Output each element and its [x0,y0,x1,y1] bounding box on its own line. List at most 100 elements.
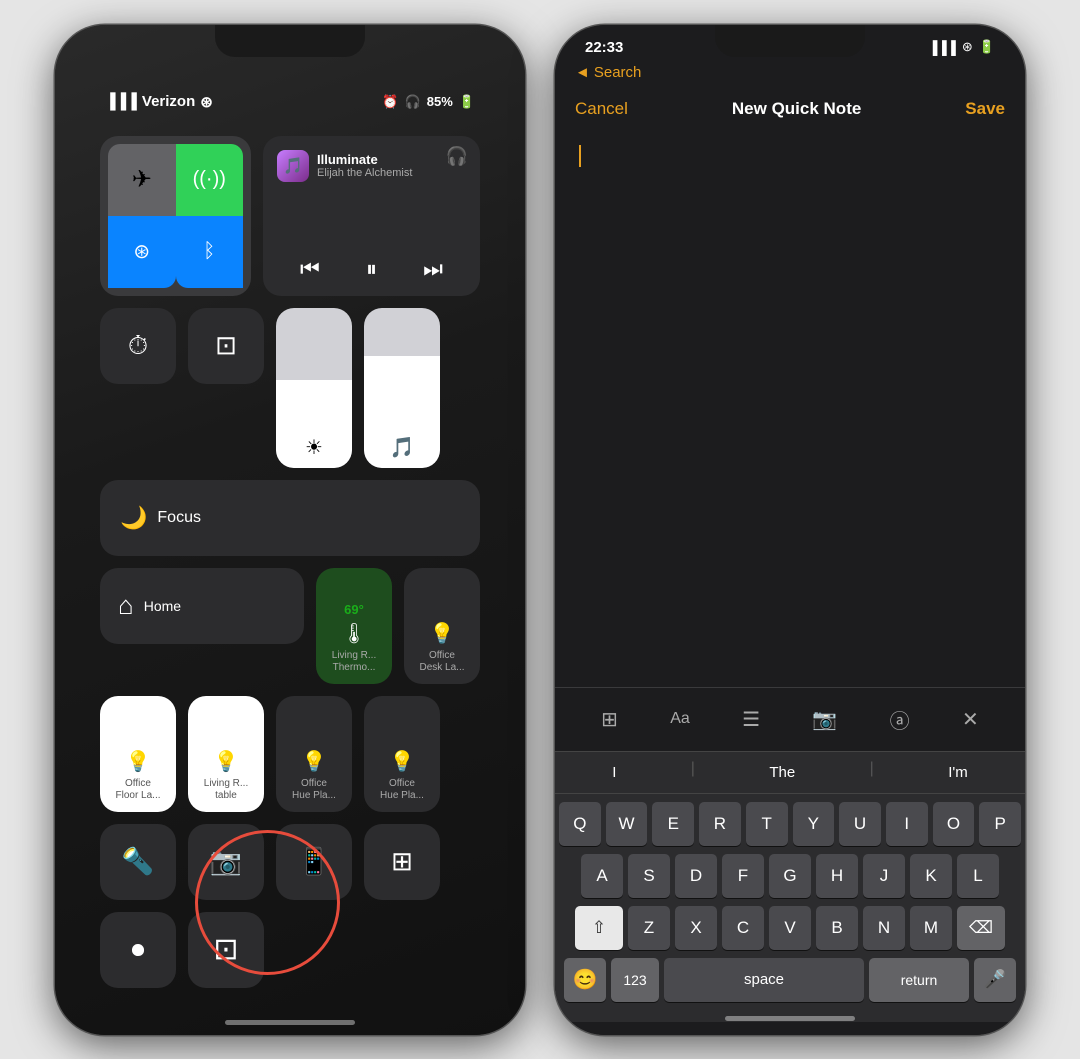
numbers-key[interactable]: 123 [611,958,659,1002]
shift-key[interactable]: ⇧ [575,906,623,950]
hue-play-2-tile[interactable]: 💡 OfficeHue Pla... [364,696,440,812]
keyboard-bottom-row: 😊 123 space return 🎤 [559,958,1021,1002]
carrier-label: Verizon [142,93,195,110]
key-j[interactable]: J [863,854,905,898]
fast-forward-button[interactable]: ⏭ [423,256,443,282]
key-f[interactable]: F [722,854,764,898]
rewind-button[interactable]: ⏮ [300,256,320,282]
cancel-button[interactable]: Cancel [575,99,628,119]
key-h[interactable]: H [816,854,858,898]
temp-label: 69° [344,602,364,617]
key-p[interactable]: P [979,802,1021,846]
checklist-icon[interactable]: ☰ [737,702,765,737]
flashlight-button[interactable]: 🔦 [100,824,176,900]
wifi-button[interactable]: ⊛ [108,216,176,288]
battery-label: 85% [427,94,453,109]
autocomplete-word-2[interactable]: The [749,760,815,785]
office-floor-lamp-tile[interactable]: 💡 OfficeFloor La... [100,696,176,812]
return-key[interactable]: return [869,958,969,1002]
key-k[interactable]: K [910,854,952,898]
connectivity-block: ✈ ((·)) ⊛ ᛒ [100,136,251,296]
bluetooth-button[interactable]: ᛒ [176,216,244,288]
office-desk-lamp-tile[interactable]: 💡 OfficeDesk La... [404,568,480,684]
format-text-icon[interactable]: Aa [665,705,695,733]
living-room-table-tile[interactable]: 💡 Living R...table [188,696,264,812]
key-m[interactable]: M [910,906,952,950]
key-o[interactable]: O [933,802,975,846]
thermostat-name: Living R...Thermo... [332,650,376,674]
key-i[interactable]: I [886,802,928,846]
music-album-art: 🎵 [277,150,309,182]
battery-icon: 🔋 [459,94,475,110]
quick-note-icon: ⊡ [213,932,238,967]
screen-mirror-button[interactable]: ⊡ [188,308,264,384]
floor-lamp-icon: 💡 [126,749,151,774]
key-s[interactable]: S [628,854,670,898]
space-key[interactable]: space [664,958,864,1002]
right-phone: 22:33 ▐▐▐ ⊛ 🔋 ◄ Search Cancel New Quick … [555,25,1025,1035]
play-pause-button[interactable]: ⏸ [366,256,377,282]
key-q[interactable]: Q [559,802,601,846]
emoji-key[interactable]: 😊 [564,958,606,1002]
key-d[interactable]: D [675,854,717,898]
signal-icon: ▐▐▐ [928,40,956,55]
notes-nav-bar: Cancel New Quick Note Save [555,91,1025,135]
hue2-name: OfficeHue Pla... [380,778,424,802]
key-b[interactable]: B [816,906,858,950]
delete-key[interactable]: ⌫ [957,906,1005,950]
key-x[interactable]: X [675,906,717,950]
home-button[interactable]: ⌂ Home [100,568,304,644]
volume-slider[interactable]: 🎵 [364,308,440,468]
autocomplete-word-1[interactable]: I [592,760,636,785]
autocomplete-word-3[interactable]: I'm [928,760,988,785]
key-n[interactable]: N [863,906,905,950]
brightness-icon: ☀ [305,435,323,460]
key-y[interactable]: Y [793,802,835,846]
mic-key[interactable]: 🎤 [974,958,1016,1002]
screen-time-button[interactable]: ⏱ [100,308,176,384]
key-e[interactable]: E [652,802,694,846]
remote-icon: 📱 [298,846,330,877]
key-t[interactable]: T [746,802,788,846]
brightness-slider[interactable]: ☀ [276,308,352,468]
key-u[interactable]: U [839,802,881,846]
note-content-area[interactable] [555,135,1025,687]
time-label: 22:33 [585,39,623,56]
focus-button[interactable]: 🌙 Focus [100,480,480,556]
lamp-name: OfficeDesk La... [419,650,464,674]
key-l[interactable]: L [957,854,999,898]
moon-icon: 🌙 [120,505,147,531]
key-a[interactable]: A [581,854,623,898]
home-label: Home [144,598,181,614]
camera-button[interactable]: 📷 [188,824,264,900]
markup-icon[interactable]: ⓐ [885,700,915,739]
close-keyboard-icon[interactable]: ✕ [957,702,984,737]
photo-icon[interactable]: 📷 [807,702,842,737]
quick-note-button[interactable]: ⊡ [188,912,264,988]
wifi-icon: ⊛ [962,39,973,55]
thermostat-tile[interactable]: 69° 🌡 Living R...Thermo... [316,568,392,684]
key-r[interactable]: R [699,802,741,846]
lamp-icon: 💡 [430,621,455,646]
remote-button[interactable]: 📱 [276,824,352,900]
voice-memo-button[interactable]: ⏺ [100,912,176,988]
volume-icon: 🎵 [390,435,415,460]
search-back-link[interactable]: ◄ Search [555,64,1025,91]
scan-button[interactable]: ⊞ [364,824,440,900]
wifi-icon: ⊛ [200,93,213,111]
key-g[interactable]: G [769,854,811,898]
notch [215,25,365,57]
hue-play-1-tile[interactable]: 💡 OfficeHue Pla... [276,696,352,812]
home-indicator-right [725,1016,855,1021]
cellular-button[interactable]: ((·)) [176,144,244,216]
flashlight-icon: 🔦 [122,846,154,877]
notch-right [715,25,865,57]
save-button[interactable]: Save [965,99,1005,119]
key-w[interactable]: W [606,802,648,846]
airplane-mode-button[interactable]: ✈ [108,144,176,216]
table-icon[interactable]: ⊞ [596,702,623,737]
voice-memo-icon: ⏺ [131,934,144,966]
key-z[interactable]: Z [628,906,670,950]
key-c[interactable]: C [722,906,764,950]
key-v[interactable]: V [769,906,811,950]
